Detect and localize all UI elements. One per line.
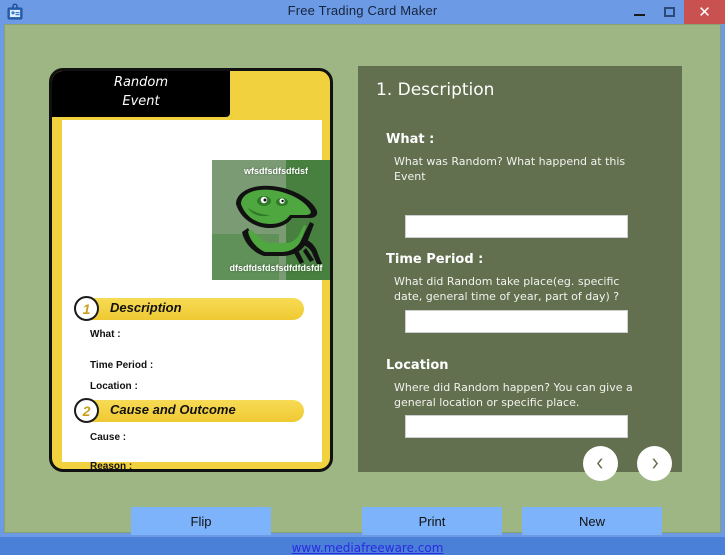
card-image[interactable]: wfsdfsdfsdfdsf dfsdfdsfdsfsdfdfdsfdf <box>212 160 330 280</box>
minimize-button[interactable] <box>624 0 654 24</box>
card-field-time-period: Time Period : <box>90 360 154 371</box>
card-title-line-1: Random <box>113 75 169 90</box>
maximize-button[interactable] <box>654 0 684 24</box>
time-period-hint: What did Random take place(eg. specific … <box>394 275 620 303</box>
what-label: What : <box>386 132 435 147</box>
time-period-label: Time Period : <box>386 252 484 267</box>
flip-button[interactable]: Flip <box>131 507 271 535</box>
panel-heading: 1. Description <box>376 80 495 100</box>
card-field-cause: Cause : <box>90 432 127 443</box>
maximize-icon <box>663 7 675 17</box>
location-label: Location <box>386 358 449 373</box>
next-step-button[interactable] <box>637 446 672 481</box>
what-input[interactable] <box>405 215 628 238</box>
client-area: Random Event wfsdfsdfsdfdsf dfsdfdsfdsfs… <box>4 24 721 555</box>
what-hint: What was Random? What happend at this Ev… <box>394 155 626 183</box>
trading-card-preview[interactable]: Random Event wfsdfsdfsdfdsf dfsdfdsfdsfs… <box>49 68 333 472</box>
card-section-1-label: Description <box>110 300 182 315</box>
editor-panel: 1. Description What : What was Random? W… <box>358 66 682 472</box>
location-hint: Where did Random happen? You can give a … <box>394 381 633 409</box>
close-icon: ✕ <box>698 3 711 21</box>
card-body: wfsdfsdfsdfdsf dfsdfdsfdsfsdfdfdsfdf 1 D… <box>62 120 330 469</box>
chevron-right-icon <box>652 458 659 469</box>
card-section-1[interactable]: 1 Description <box>74 296 304 321</box>
previous-step-button[interactable] <box>583 446 618 481</box>
card-field-what: What : <box>90 329 121 340</box>
philosoraptor-icon <box>236 185 322 264</box>
card-field-location: Location : <box>90 381 138 392</box>
application-window: Free Trading Card Maker ✕ Random Event w… <box>0 0 725 555</box>
card-image-caption-bottom: dfsdfdsfdsfsdfdfdsfdf <box>229 263 323 273</box>
card-field-reason: Reason : <box>90 461 133 472</box>
window-title: Free Trading Card Maker <box>287 3 438 18</box>
card-section-2[interactable]: 2 Cause and Outcome <box>74 398 304 423</box>
time-period-input[interactable] <box>405 310 628 333</box>
location-input[interactable] <box>405 415 628 438</box>
print-button[interactable]: Print <box>362 507 502 535</box>
card-image-caption-top: wfsdfsdfsdfdsf <box>244 166 308 176</box>
title-bar: Free Trading Card Maker ✕ <box>0 0 725 24</box>
card-section-2-number: 2 <box>74 398 99 423</box>
card-title-line-2: Event <box>122 94 160 109</box>
card-header: Random Event <box>52 71 230 117</box>
minimize-icon <box>633 13 645 16</box>
card-section-1-number: 1 <box>74 296 99 321</box>
close-button[interactable]: ✕ <box>684 0 725 24</box>
website-link[interactable]: www.mediafreeware.com <box>5 541 725 555</box>
new-button[interactable]: New <box>522 507 662 535</box>
card-title: Random Event <box>52 73 230 111</box>
chevron-left-icon <box>596 458 603 469</box>
card-section-2-label: Cause and Outcome <box>110 402 236 417</box>
